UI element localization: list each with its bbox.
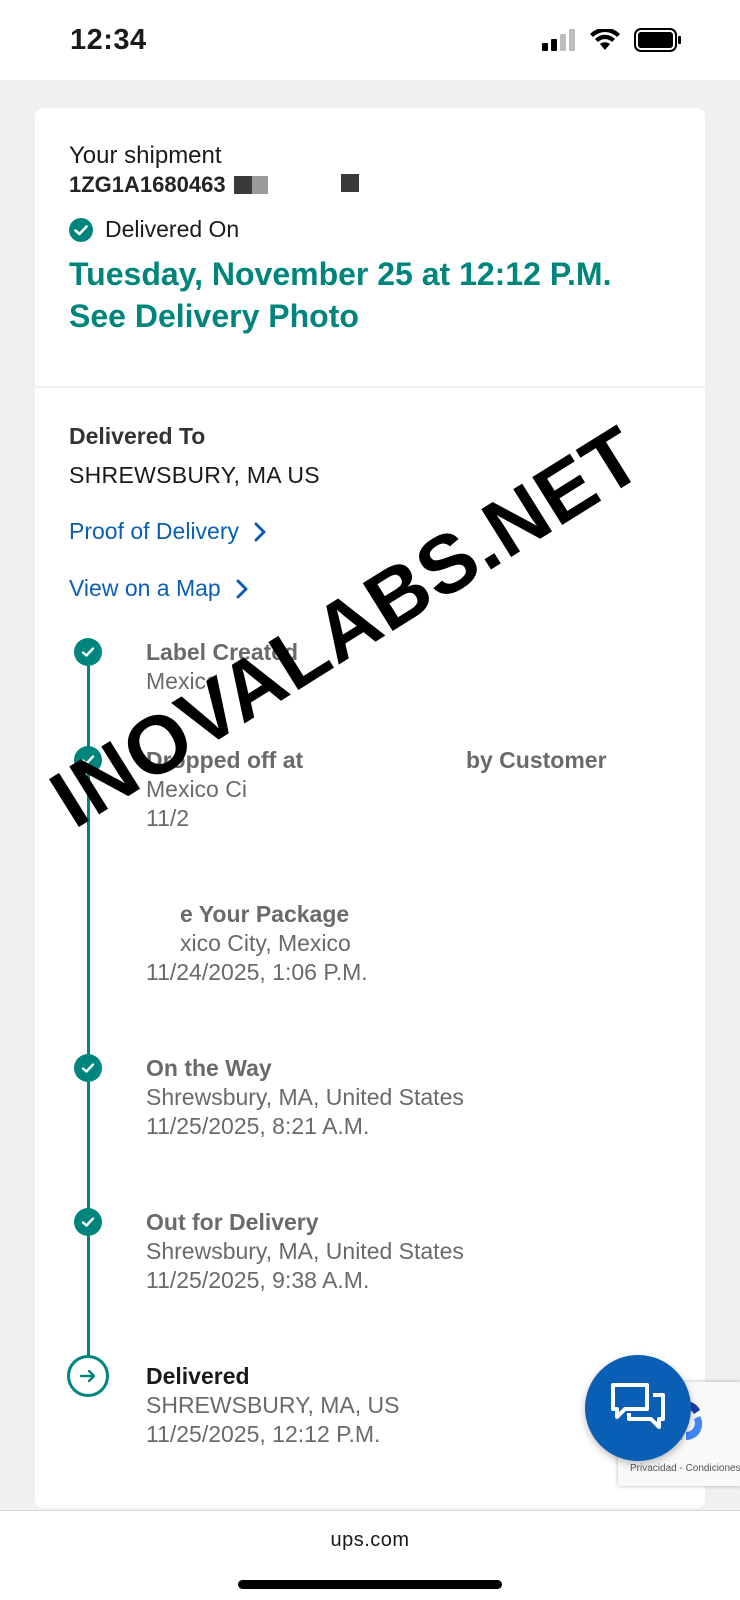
timeline-event-title-start: Dropped off at [146,747,304,773]
timeline-event-datetime: 11/25/2025, 8:21 A.M. [146,1113,370,1139]
timeline-event-location: SHREWSBURY, MA, US [146,1392,400,1418]
timeline-event-title-end: by Customer [465,747,607,773]
delivered-status: Delivered On [69,216,671,243]
timeline-event-title: On the Way [146,1055,272,1081]
chat-button[interactable] [585,1355,691,1461]
timeline-event-text: Out for Delivery Shrewsbury, MA, United … [146,1208,464,1295]
tracking-timeline: Label Created Mexico Dropped off at by C… [35,638,705,1488]
shipment-summary: Your shipment 1ZG1A1680463 Delivered On … [35,108,705,388]
timeline-event-location: Mexico Ci [146,776,247,802]
timeline-event-datetime: 11/24/2025, 1:06 P.M. [146,959,368,985]
recaptcha-links[interactable]: Privacidad - Condiciones [630,1463,740,1474]
timeline-event-text: e Your Package xico City, Mexico 11/24/2… [146,900,368,987]
shipment-details: Delivered To SHREWSBURY, MA US Proof of … [35,388,705,1447]
address-bar[interactable]: ups.com [0,1529,740,1552]
wifi-icon [590,29,620,50]
timeline-event-text: Delivered SHREWSBURY, MA, US 11/25/2025,… [146,1362,399,1449]
timeline-event-datetime: 11/2 [146,805,190,831]
home-indicator[interactable] [238,1580,502,1589]
tracking-number-text: 1ZG1A1680463 [69,172,226,197]
status-bar: 12:34 [0,0,740,80]
timeline-event-location: xico City, Mexico [180,930,351,956]
delivered-status-label: Delivered On [105,216,240,242]
chat-icon [611,1383,665,1429]
tracking-number: 1ZG1A1680463 [69,170,359,200]
chevron-right-icon [254,522,266,541]
check-circle-icon [74,1054,102,1082]
status-icons [542,28,682,52]
arrow-circle-icon [67,1355,109,1397]
timeline-event-location: Shrewsbury, MA, United States [146,1238,464,1264]
timeline-event-datetime: 11/25/2025, 12:12 P.M. [146,1421,381,1447]
check-circle-icon [69,217,93,242]
timeline-event-location: Shrewsbury, MA, United States [146,1084,464,1110]
shipment-label: Your shipment [69,142,222,169]
proof-of-delivery-label: Proof of Delivery [69,518,240,544]
view-on-map-link[interactable]: View on a Map [69,575,671,602]
chevron-right-icon [236,579,248,598]
timeline-event-location: Mexico [146,668,219,694]
timeline-event-text: Label Created Mexico [146,638,298,696]
delivery-date: Tuesday, November 25 at 12:12 P.M. [69,256,612,292]
check-circle-icon [74,746,102,774]
check-circle-icon [74,1208,102,1236]
battery-icon [634,28,681,52]
timeline-event-text: On the Way Shrewsbury, MA, United States… [146,1054,464,1141]
proof-of-delivery-link[interactable]: Proof of Delivery [69,518,671,545]
timeline-event-title: e Your Package [180,901,350,927]
timeline-event-datetime: 11/25/2025, 9:38 A.M. [146,1267,370,1293]
signal-icon [542,29,575,51]
status-time: 12:34 [70,24,147,56]
timeline-event-title: Out for Delivery [146,1209,319,1235]
timeline-event-title: Dropped off at by Customer [146,746,607,775]
redaction-mark [341,174,359,192]
view-on-map-label: View on a Map [69,575,221,601]
delivered-to-value: SHREWSBURY, MA US [69,462,320,488]
timeline-event-title: Delivered [146,1363,250,1389]
delivered-to-label: Delivered To [69,423,206,449]
check-circle-icon [74,638,102,666]
shipment-card: Your shipment 1ZG1A1680463 Delivered On … [35,108,705,1508]
timeline-event-title: Label Created [146,639,299,665]
browser-bottom-bar: ups.com [0,1510,740,1600]
see-delivery-photo-link[interactable]: See Delivery Photo [69,295,671,337]
redaction-mark [234,176,252,194]
timeline-event-text: Dropped off at by Customer Mexico Ci 11/… [146,746,607,833]
